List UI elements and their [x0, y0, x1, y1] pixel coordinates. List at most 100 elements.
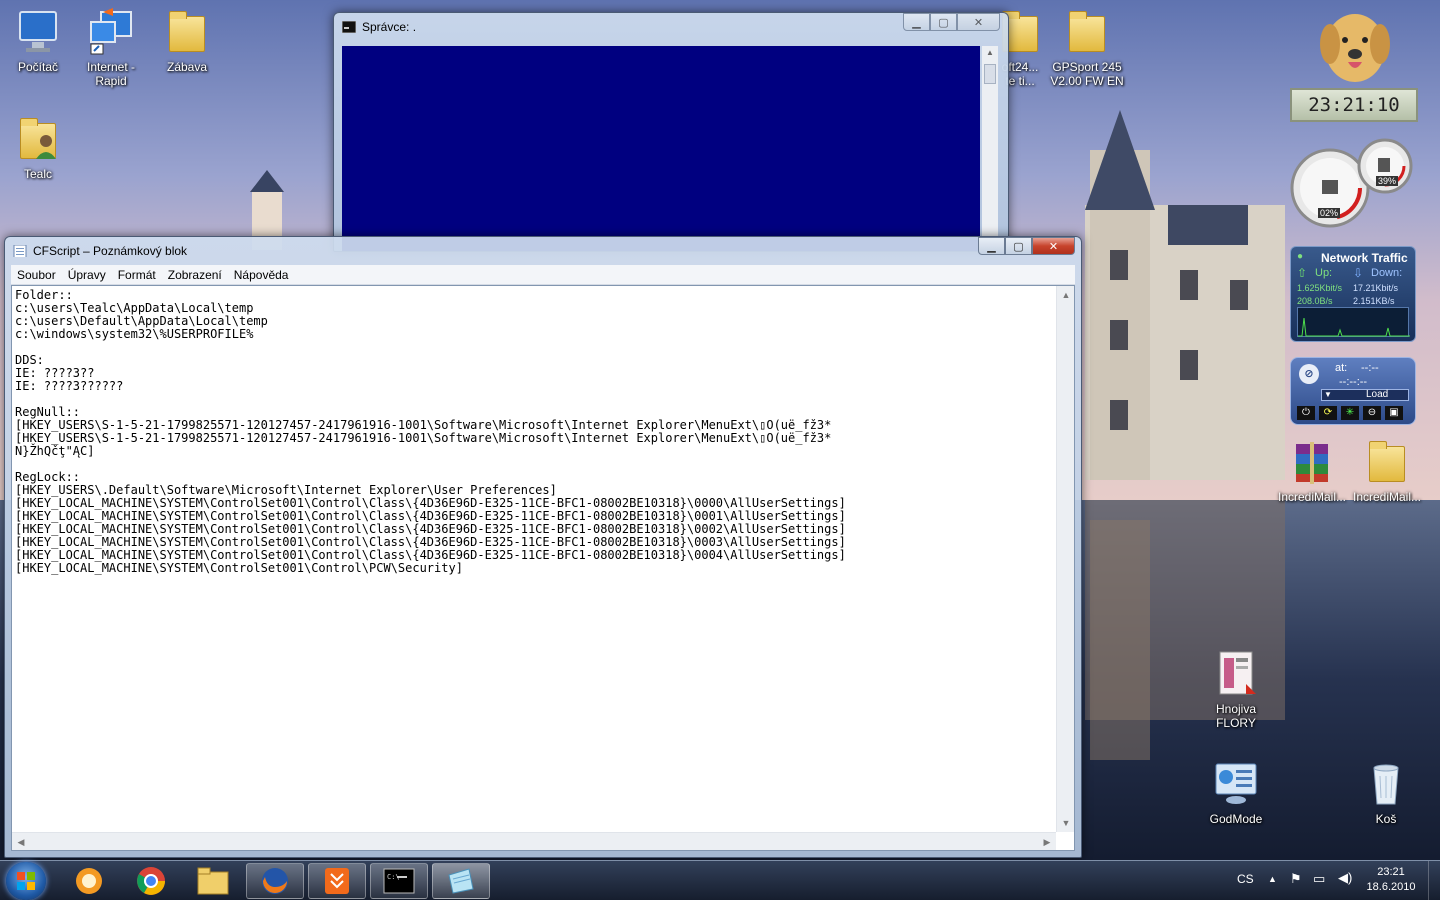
minimize-button[interactable]: ▁ [978, 237, 1005, 255]
user-folder-icon [14, 115, 62, 163]
volume-icon[interactable]: ◀) [1338, 870, 1352, 886]
shutdown-timer-gadget[interactable]: ⊘ at: --:-- --:--:-- ▼ Load ⏻ ⟳ ✳ ⊖ ▣ [1290, 357, 1416, 425]
lock-icon[interactable]: ▣ [1385, 406, 1403, 420]
desktop-icon-zabava[interactable]: Zábava [149, 8, 225, 74]
desktop-icon-incredimail-2[interactable]: IncrediMail... [1349, 438, 1425, 504]
desktop-icon-tealc[interactable]: Tealc [0, 115, 76, 181]
chevron-down-icon: ▼ [1324, 390, 1332, 399]
notepad-window[interactable]: CFScript – Poznámkový blok ▁ ▢ ✕ Soubor … [4, 236, 1082, 858]
desktop-icon-label: GPSport 245 [1052, 60, 1122, 74]
up-arrow-icon: ⇧ [1297, 266, 1308, 280]
title-bar[interactable]: CFScript – Poznámkový blok ▁ ▢ ✕ [5, 237, 1081, 265]
taskbar-app-firefox[interactable] [246, 863, 304, 899]
minimize-button[interactable]: ▁ [903, 13, 930, 31]
maximize-button[interactable]: ▢ [1005, 237, 1032, 255]
logoff-icon[interactable]: ⊖ [1363, 406, 1381, 420]
timer-action-buttons: ⏻ ⟳ ✳ ⊖ ▣ [1297, 406, 1411, 420]
countdown-value: --:--:-- [1339, 376, 1368, 388]
taskbar-app-chrome[interactable] [122, 863, 180, 899]
console-output-area[interactable] [342, 46, 980, 251]
load-dropdown[interactable]: ▼ Load [1321, 389, 1409, 401]
computer-icon [14, 8, 62, 56]
control-panel-icon [1212, 760, 1260, 808]
vertical-scrollbar[interactable]: ▲ ▼ [1056, 286, 1074, 832]
desktop-icon-label: Počítač [17, 60, 59, 74]
scroll-down-icon[interactable]: ▼ [1057, 814, 1075, 832]
notepad-icon [448, 868, 474, 894]
console-icon [342, 21, 356, 33]
console-icon: C:\ [383, 868, 415, 894]
desktop-icon-label: Zábava [166, 60, 208, 74]
close-button[interactable]: ✕ [957, 13, 1000, 31]
start-button[interactable] [6, 862, 46, 900]
power-icon[interactable]: ⏻ [1297, 406, 1315, 420]
desktop-icon-label: IncrediMail... [1352, 490, 1422, 504]
desktop-icon-hnojiva-flory[interactable]: Hnojiva FLORY [1198, 650, 1274, 730]
firefox-icon [262, 868, 288, 894]
up-label: Up: [1315, 267, 1333, 279]
traffic-graph [1297, 307, 1410, 337]
console-scrollbar[interactable]: ▲ [982, 46, 998, 251]
menu-zobrazeni[interactable]: Zobrazení [162, 265, 228, 284]
timer-icon: ⊘ [1299, 364, 1319, 384]
close-icon: ✕ [973, 16, 984, 29]
scroll-up-icon[interactable]: ▲ [1057, 286, 1075, 304]
archive-icon [1288, 438, 1336, 486]
show-desktop-button[interactable] [1428, 861, 1440, 900]
clock-time: 23:21 [1377, 866, 1405, 878]
action-center-flag-icon[interactable]: ⚑ [1290, 871, 1302, 887]
desktop-icon-label: te ti... [1005, 74, 1035, 88]
close-button[interactable]: ✕ [1032, 237, 1075, 255]
restart-icon[interactable]: ⟳ [1319, 406, 1337, 420]
taskbar-app-mail[interactable] [60, 863, 118, 899]
scroll-up-icon[interactable]: ▲ [986, 48, 994, 57]
network-shortcut-icon [87, 8, 135, 56]
desktop-icon-godmode[interactable]: GodMode [1198, 760, 1274, 826]
desktop-icon-computer[interactable]: Počítač [0, 8, 76, 74]
desktop-icon-label: Hnojiva [1215, 702, 1257, 716]
editor-content[interactable]: Folder:: c:\users\Tealc\AppData\Local\te… [15, 289, 1050, 828]
at-label: at: [1335, 362, 1348, 374]
desktop-icon-internet-rapid[interactable]: Internet - Rapid [73, 8, 149, 88]
system-clock[interactable]: 23:21 18.6.2010 [1362, 865, 1420, 895]
title-bar[interactable]: Správce: . ▁ ▢ ✕ [334, 13, 1008, 41]
desktop-icon-label: Internet - [86, 60, 136, 74]
admin-console-window[interactable]: Správce: . ▁ ▢ ✕ ▲ [333, 12, 1009, 252]
minimize-icon: ▁ [912, 16, 921, 29]
at-value: --:-- [1361, 362, 1379, 374]
close-icon: ✕ [1048, 240, 1059, 253]
scroll-right-icon[interactable]: ▶ [1038, 833, 1056, 851]
desktop-icon-label: Tealc [23, 167, 52, 181]
text-editor[interactable]: Folder:: c:\users\Tealc\AppData\Local\te… [11, 285, 1075, 851]
up-kbit-value: 1.625Kbit/s [1297, 283, 1343, 293]
desktop-icon-incredimail-1[interactable]: IncrediMail... [1274, 438, 1350, 504]
desktop-icon-gpsport[interactable]: GPSport 245 V2.00 FW EN [1045, 8, 1129, 88]
clock-gadget-dog-image [1316, 4, 1394, 86]
clock-date: 18.6.2010 [1366, 881, 1416, 893]
desktop-icon-label: IncrediMail... [1277, 490, 1347, 504]
taskbar-app-explorer[interactable] [184, 863, 242, 899]
taskbar-app-console[interactable]: C:\ [370, 863, 428, 899]
menu-napoveda[interactable]: Nápověda [228, 265, 295, 284]
maximize-button[interactable]: ▢ [930, 13, 957, 31]
menu-format[interactable]: Formát [112, 265, 162, 284]
scroll-thumb[interactable] [984, 64, 996, 84]
folder-icon [163, 8, 211, 56]
recycle-bin-icon [1362, 760, 1410, 808]
desktop-icon-recycle-bin[interactable]: Koš [1348, 760, 1424, 826]
network-traffic-gadget[interactable]: ● Network Traffic ⇧ Up: ⇩ Down: 1.625Kbi… [1290, 246, 1416, 342]
clock-gadget[interactable]: 23:21:10 [1290, 88, 1418, 122]
taskbar-app-notepad[interactable] [432, 863, 490, 899]
cpu-meter-gadget[interactable]: 02% 39% [1290, 136, 1416, 230]
taskbar-app-downloader[interactable] [308, 863, 366, 899]
network-tray-icon[interactable]: ▭ [1313, 871, 1325, 887]
menu-upravy[interactable]: Úpravy [62, 265, 112, 284]
scroll-left-icon[interactable]: ◀ [12, 833, 30, 851]
sleep-icon[interactable]: ✳ [1341, 406, 1359, 420]
down-arrow-icon: ⇩ [1353, 266, 1364, 280]
language-indicator[interactable]: CS [1237, 872, 1254, 886]
horizontal-scrollbar[interactable]: ◀ ▶ [12, 832, 1056, 850]
desktop-icon-label: GodMode [1209, 812, 1263, 826]
menu-soubor[interactable]: Soubor [11, 265, 62, 284]
show-hidden-icons-icon[interactable]: ▲ [1268, 874, 1277, 884]
